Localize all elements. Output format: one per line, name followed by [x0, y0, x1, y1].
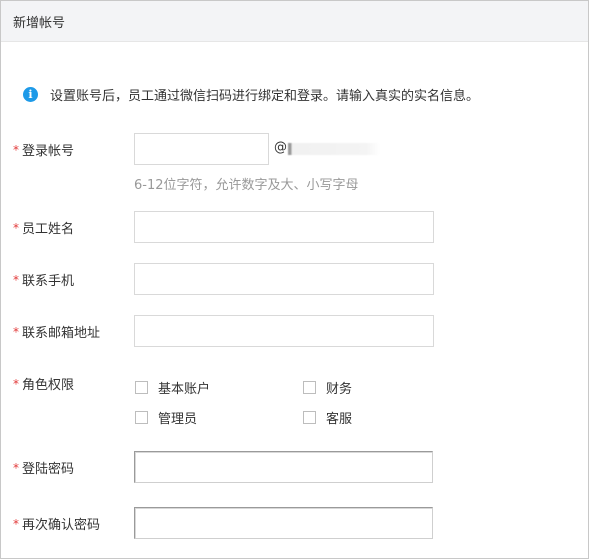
role-option-admin[interactable]: 管理员 — [135, 408, 197, 427]
new-account-dialog: 新增帐号 i 设置账号后，员工通过微信扫码进行绑定和登录。请输入真实的实名信息。… — [0, 0, 589, 559]
required-mark: * — [13, 516, 19, 531]
info-icon: i — [23, 87, 38, 102]
phone-label: * 联系手机 — [13, 270, 75, 290]
notice-banner: i 设置账号后，员工通过微信扫码进行绑定和登录。请输入真实的实名信息。 — [23, 85, 479, 104]
password-input[interactable] — [134, 451, 433, 483]
role-option-label: 客服 — [326, 412, 353, 427]
phone-input[interactable] — [134, 263, 434, 295]
role-option-basic[interactable]: 基本账户 — [135, 378, 210, 397]
at-sign: @ — [274, 140, 287, 155]
confirm-password-input[interactable] — [134, 507, 433, 539]
checkbox-support[interactable] — [303, 411, 316, 424]
role-label-text: 角色权限 — [22, 378, 75, 393]
redacted-domain — [288, 143, 380, 155]
employee-name-label-text: 员工姓名 — [22, 222, 75, 237]
checkbox-finance[interactable] — [303, 381, 316, 394]
required-mark: * — [13, 460, 19, 475]
login-account-label: * 登录帐号 — [13, 140, 75, 160]
email-label: * 联系邮箱地址 — [13, 322, 101, 342]
role-option-support[interactable]: 客服 — [303, 408, 352, 427]
password-label: * 登陆密码 — [13, 458, 75, 478]
login-account-hint: 6-12位字符，允许数字及大、小写字母 — [134, 178, 359, 193]
login-account-label-text: 登录帐号 — [22, 144, 75, 159]
employee-name-input[interactable] — [134, 211, 434, 243]
required-mark: * — [13, 376, 19, 391]
notice-text: 设置账号后，员工通过微信扫码进行绑定和登录。请输入真实的实名信息。 — [50, 89, 480, 104]
confirm-password-label-text: 再次确认密码 — [22, 518, 101, 533]
phone-label-text: 联系手机 — [22, 274, 75, 289]
email-label-text: 联系邮箱地址 — [22, 326, 101, 341]
role-label: * 角色权限 — [13, 374, 75, 394]
email-input[interactable] — [134, 315, 434, 347]
required-mark: * — [13, 272, 19, 287]
checkbox-admin[interactable] — [135, 411, 148, 424]
confirm-password-label: * 再次确认密码 — [13, 514, 101, 534]
required-mark: * — [13, 142, 19, 157]
dialog-header: 新增帐号 — [1, 1, 588, 42]
password-label-text: 登陆密码 — [22, 462, 75, 477]
role-option-label: 管理员 — [158, 412, 198, 427]
checkbox-basic[interactable] — [135, 381, 148, 394]
role-option-finance[interactable]: 财务 — [303, 378, 352, 397]
dialog-title: 新增帐号 — [13, 15, 66, 31]
employee-name-label: * 员工姓名 — [13, 218, 75, 238]
required-mark: * — [13, 220, 19, 235]
role-option-label: 财务 — [326, 382, 353, 397]
login-account-input[interactable] — [134, 133, 269, 165]
role-option-label: 基本账户 — [158, 382, 211, 397]
required-mark: * — [13, 324, 19, 339]
